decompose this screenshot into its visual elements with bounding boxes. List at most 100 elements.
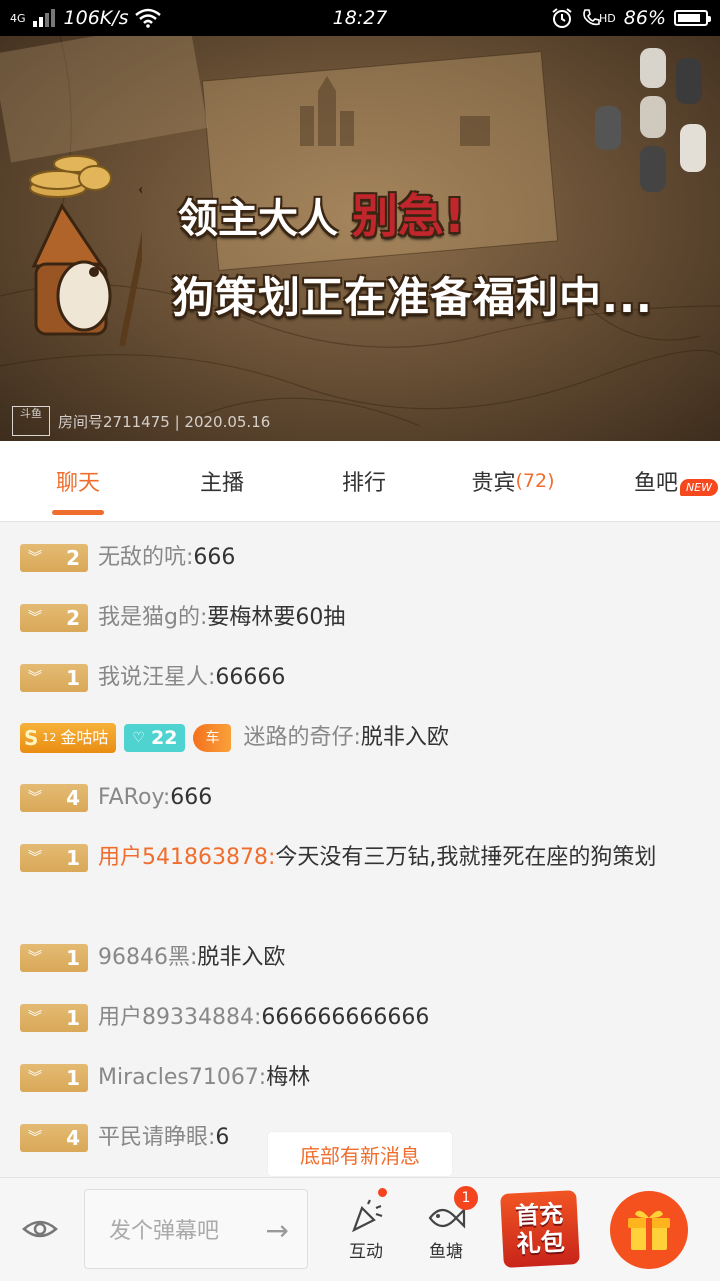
hd-label: HD [599,11,616,25]
level-number: 1 [66,946,80,970]
tab-vip-label: 贵宾 [471,471,516,496]
chat-message: ︾ 1 96846黑:脱非入欧 [20,936,706,980]
level-number: 2 [66,546,80,570]
tab-anchor[interactable]: 主播 [162,441,282,521]
chat-username[interactable]: FARoy: [98,785,170,810]
tab-vip-count: (72) [515,470,555,492]
fan-level: 22 [150,727,178,749]
chat-username[interactable]: 96846黑: [98,945,197,970]
first-pack-line1: 首充 [514,1199,564,1231]
chevron-icon: ︾ [28,610,42,626]
danmu-placeholder: 发个弹幕吧 [109,1219,220,1244]
chat-message: ︾ 4 FARoy:666 [20,776,706,820]
user-level-badge: ︾ 4 [20,1124,88,1152]
chat-text: 今天没有三万钻,我就捶死在座的狗策划 [275,845,657,870]
first-pack-line2: 礼包 [516,1227,566,1259]
level-number: 1 [66,1006,80,1030]
chat-username[interactable]: 用户541863878: [98,845,275,870]
notification-dot [378,1188,387,1197]
user-level-badge: ︾ 1 [20,844,88,872]
tab-ranking-label: 排行 [341,471,386,496]
new-message-tip[interactable]: 底部有新消息 [268,1132,452,1176]
battery-icon [674,10,711,26]
danmu-input[interactable]: 发个弹幕吧 → [84,1189,308,1269]
chat-username[interactable]: 平民请睁眼: [98,1125,215,1150]
level-number: 1 [66,846,80,870]
level-number: 4 [66,786,80,810]
banner-title-text: 领主大人 [178,196,338,242]
fishpond-button[interactable]: 1 鱼塘 [416,1186,478,1272]
chat-username[interactable]: 用户89334884: [98,1005,261,1030]
level-number: 1 [66,666,80,690]
user-level-badge: ︾ 2 [20,604,88,632]
tab-chat[interactable]: 聊天 [18,441,138,521]
fan-heart-icon: ♡ [132,730,145,746]
interact-button[interactable]: 互动 [336,1188,396,1272]
clock: 18:27 [332,7,388,29]
fan-badge[interactable]: ♡ 22 [124,724,186,752]
chat-username[interactable]: 我说汪星人: [98,665,215,690]
party-popper-icon [352,1199,383,1233]
bottom-bar: 发个弹幕吧 → 互动 1 鱼塘 首充 礼包 [0,1177,720,1281]
tab-fish-bar[interactable]: 鱼吧 NEW [598,441,718,521]
chat-message: ︾ 1 用户541863878:今天没有三万钻,我就捶死在座的狗策划 [20,836,706,880]
first-recharge-pack-button[interactable]: 首充 礼包 [500,1190,580,1268]
status-bar: 4G 106K/s 18:27 HD 86% [0,0,720,36]
chat-text: 66666 [215,665,286,690]
room-info: 斗鱼 房间号2711475 | 2020.05.16 [12,406,270,436]
chat-list[interactable]: ︾ 2 无敌的吭:666 ︾ 2 我是猫g的:要梅林要60抽 ︾ 1 我说汪星人:66666… [0,522,720,1177]
phone-icon [583,9,600,26]
tab-bar: 聊天 主播 排行 贵宾 (72) 鱼吧 NEW [0,441,720,522]
chat-message: ︾ 1 Miracles71067:梅林 [20,1056,706,1100]
user-level-badge: ︾ 1 [20,944,88,972]
chat-username[interactable]: 我是猫g的: [98,605,207,630]
chat-text: 要梅林要60抽 [207,605,346,630]
chat-username[interactable]: Miracles71067: [98,1065,266,1090]
live-video-banner[interactable]: 领主大人 别急! 狗策划正在准备福利中... 斗鱼 房间号2711475 | 2… [0,36,720,441]
car-badge: 车 [193,724,232,752]
tab-vip[interactable]: 贵宾 (72) [448,441,578,521]
fishpond-count-badge: 1 [454,1186,478,1210]
level-number: 2 [66,606,80,630]
tab-chat-label: 聊天 [55,471,100,496]
gift-button[interactable] [610,1191,688,1269]
chevron-icon: ︾ [28,950,42,966]
tab-active-indicator [52,510,104,515]
chat-text: 666 [193,545,236,570]
chat-text: 脱非入欧 [360,725,449,750]
douyu-logo: 斗鱼 [12,406,50,436]
douyu-logo-text: 斗鱼 [20,407,42,420]
send-arrow-icon[interactable]: → [266,1214,289,1247]
user-level-badge: ︾ 2 [20,544,88,572]
interact-label: 互动 [349,1242,383,1262]
chat-text: 6 [215,1125,230,1150]
chat-message: ︾ 1 用户89334884:666666666666 [20,996,706,1040]
chat-username[interactable]: 迷路的奇仔: [243,725,360,750]
noble-shield-icon: S [24,726,39,750]
battery-percent: 86% [623,7,666,29]
tab-anchor-label: 主播 [199,471,244,496]
tab-fish-bar-label: 鱼吧 [633,471,678,496]
chat-message: S 12 金咕咕 ♡ 22 车 迷路的奇仔:脱非入欧 [20,716,706,760]
chat-username[interactable]: 无敌的吭: [98,545,193,570]
tab-ranking[interactable]: 排行 [304,441,424,521]
chevron-icon: ︾ [28,790,42,806]
user-level-badge: ︾ 1 [20,1064,88,1092]
fishpond-label: 鱼塘 [429,1242,463,1262]
alarm-icon [552,8,572,28]
noble-badge[interactable]: S 12 金咕咕 [20,723,117,753]
noble-name: 金咕咕 [60,728,109,747]
chat-text: 脱非入欧 [197,945,286,970]
chat-text: 梅林 [266,1065,311,1090]
user-level-badge: ︾ 1 [20,1004,88,1032]
chat-message: ︾ 2 我是猫g的:要梅林要60抽 [20,596,706,640]
banner-title-line1: 领主大人 别急! [178,180,465,246]
user-level-badge: ︾ 4 [20,784,88,812]
new-badge: NEW [679,479,718,496]
eye-icon[interactable] [22,1211,58,1247]
noble-level: 12 [42,731,57,744]
chat-text: 666 [170,785,213,810]
chevron-icon: ︾ [28,1010,42,1026]
chevron-icon: ︾ [28,850,42,866]
chat-message: ︾ 1 我说汪星人:66666 [20,656,706,700]
